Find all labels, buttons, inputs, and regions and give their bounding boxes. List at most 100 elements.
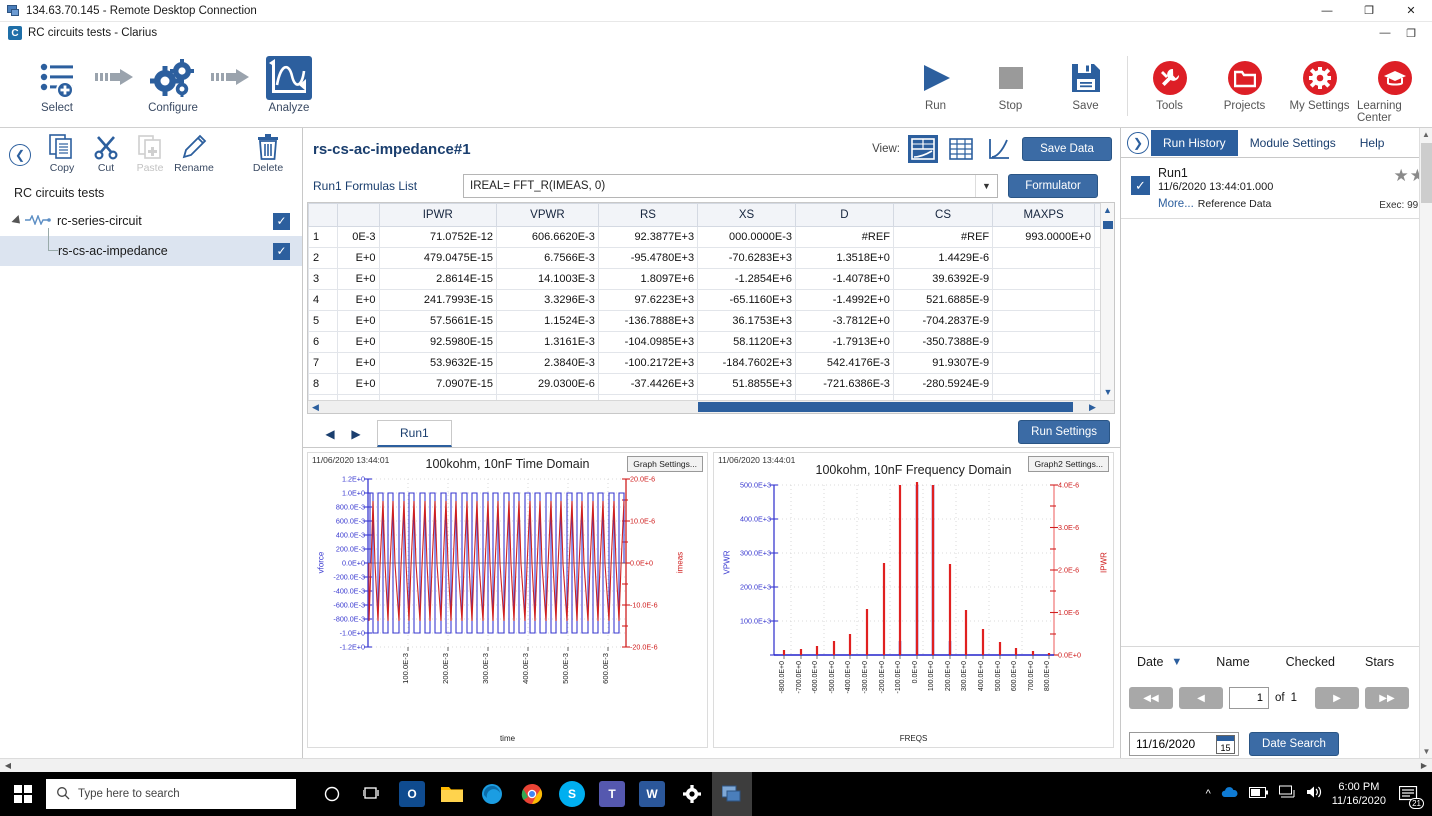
battery-icon[interactable]: [1249, 785, 1269, 803]
save-button[interactable]: Save: [1048, 47, 1123, 125]
history-scroll-down-icon[interactable]: ▼: [1420, 745, 1432, 758]
table-row[interactable]: 2E+0479.0475E-156.7566E-3-95.4780E+3-70.…: [309, 248, 1116, 269]
table-header-cell[interactable]: IPWR: [379, 204, 497, 227]
table-header-cell[interactable]: XS: [698, 204, 796, 227]
table-row[interactable]: 5E+057.5661E-151.1524E-3-136.7888E+336.1…: [309, 311, 1116, 332]
chrome-icon[interactable]: [512, 772, 552, 816]
cut-button[interactable]: Cut: [84, 132, 128, 174]
history-scroll-up-icon[interactable]: ▲: [1420, 128, 1432, 141]
table-row[interactable]: 6E+092.5980E-151.3161E-3-104.0985E+358.1…: [309, 332, 1116, 353]
explorer-back-button[interactable]: ❮: [0, 132, 40, 166]
network-icon[interactable]: [1279, 785, 1296, 804]
table-row[interactable]: 4E+0241.7993E-153.3296E-397.6223E+3-65.1…: [309, 290, 1116, 311]
calendar-icon[interactable]: 15: [1216, 735, 1235, 754]
scroll-left-icon[interactable]: ◀: [309, 401, 322, 413]
pager-next-button[interactable]: ▶: [1315, 687, 1359, 709]
table-header-cell[interactable]: VPWR: [497, 204, 599, 227]
rdp-minimize-button[interactable]: —: [1306, 0, 1348, 22]
my-settings-button[interactable]: My Settings: [1282, 47, 1357, 125]
table-vertical-scrollbar[interactable]: ▲ ▼: [1100, 203, 1114, 413]
pager-last-button[interactable]: ▶▶: [1365, 687, 1409, 709]
tree-item-checkbox[interactable]: ✓: [273, 243, 290, 260]
pager-prev-button[interactable]: ◀: [1179, 687, 1223, 709]
tree-item-rc-series-circuit[interactable]: rc-series-circuit ✓: [0, 206, 302, 236]
edge-icon[interactable]: [472, 772, 512, 816]
scroll-up-icon[interactable]: ▲: [1101, 203, 1114, 217]
expand-panel-button[interactable]: ❯: [1125, 132, 1151, 154]
teams-icon[interactable]: T: [592, 772, 632, 816]
start-button[interactable]: [0, 772, 46, 816]
table-row[interactable]: 3E+02.8614E-1514.1003E-31.8097E+6-1.2854…: [309, 269, 1116, 290]
horizontal-scroll-thumb[interactable]: [698, 402, 1073, 412]
ribbon-step-select[interactable]: Select: [22, 48, 92, 124]
window-scroll-left-icon[interactable]: ◀: [1, 759, 15, 772]
search-input[interactable]: Type here to search: [46, 779, 296, 809]
table-header-cell[interactable]: D: [796, 204, 894, 227]
table-header-cell[interactable]: [337, 204, 379, 227]
table-header-cell[interactable]: [309, 204, 338, 227]
table-horizontal-scrollbar[interactable]: ◀ ▶: [308, 400, 1114, 413]
copy-button[interactable]: Copy: [40, 132, 84, 174]
expand-triangle-icon[interactable]: [11, 215, 23, 227]
date-search-button[interactable]: Date Search: [1249, 732, 1339, 756]
graph-frequency-domain[interactable]: 11/06/2020 13:44:01 100kohm, 10nF Freque…: [713, 452, 1114, 748]
window-horizontal-scrollbar[interactable]: ◀ ▶: [0, 758, 1432, 772]
chevron-down-icon[interactable]: ▼: [975, 175, 997, 197]
history-more-link[interactable]: More...: [1158, 198, 1194, 210]
cortana-icon[interactable]: [312, 772, 352, 816]
graph-table-split-icon[interactable]: [908, 135, 938, 163]
word-icon[interactable]: W: [632, 772, 672, 816]
history-vertical-scrollbar[interactable]: ▲ ▼: [1419, 128, 1432, 758]
pager-page-input[interactable]: 1: [1229, 687, 1269, 709]
task-view-icon[interactable]: [352, 772, 392, 816]
next-run-button[interactable]: ▶: [343, 421, 369, 447]
table-header-cell[interactable]: CS: [893, 204, 992, 227]
sort-direction-icon[interactable]: ▼: [1171, 656, 1182, 668]
tree-item-rs-cs-ac-impedance[interactable]: rs-cs-ac-impedance ✓: [0, 236, 302, 266]
tab-help[interactable]: Help: [1348, 130, 1397, 156]
rdp-maximize-button[interactable]: ❐: [1348, 0, 1390, 22]
onedrive-icon[interactable]: [1221, 785, 1239, 803]
delete-button[interactable]: Delete: [246, 132, 290, 174]
taskbar-clock[interactable]: 6:00 PM 11/16/2020: [1332, 780, 1386, 808]
table-header-cell[interactable]: MAXPS: [993, 204, 1095, 227]
tab-module-settings[interactable]: Module Settings: [1238, 130, 1348, 156]
table-row[interactable]: 7E+053.9632E-152.3840E-3-100.2172E+3-184…: [309, 353, 1116, 374]
projects-button[interactable]: Projects: [1207, 47, 1282, 125]
prev-run-button[interactable]: ◀: [317, 421, 343, 447]
scroll-down-icon[interactable]: ▼: [1101, 385, 1115, 399]
tree-item-checkbox[interactable]: ✓: [273, 213, 290, 230]
clarius-restore-button[interactable]: ❐: [1398, 22, 1424, 44]
results-table-container[interactable]: IPWR VPWR RS XS D CS MAXPS CS_AT_FRQ RS_…: [307, 202, 1115, 414]
graph-settings-button[interactable]: Graph Settings...: [627, 456, 703, 472]
save-data-button[interactable]: Save Data: [1022, 137, 1112, 161]
tools-button[interactable]: Tools: [1132, 47, 1207, 125]
vertical-scroll-thumb[interactable]: [1103, 221, 1113, 229]
clarius-minimize-button[interactable]: —: [1372, 22, 1398, 44]
volume-icon[interactable]: [1306, 785, 1322, 804]
file-explorer-icon[interactable]: [432, 772, 472, 816]
tab-run1[interactable]: Run1: [377, 420, 452, 447]
sort-by-checked[interactable]: Checked: [1286, 655, 1335, 669]
history-scroll-thumb[interactable]: [1421, 143, 1432, 203]
ribbon-step-configure[interactable]: Configure: [138, 48, 208, 124]
table-row[interactable]: 10E-371.0752E-12606.6620E-392.3877E+3000…: [309, 227, 1116, 248]
stop-button[interactable]: Stop: [973, 47, 1048, 125]
graph-icon[interactable]: [984, 135, 1014, 163]
sort-by-date[interactable]: Date: [1137, 655, 1163, 669]
notifications-button[interactable]: 21: [1396, 781, 1422, 807]
chevron-up-icon[interactable]: ^: [1206, 788, 1211, 800]
history-entry-run1[interactable]: ✓ Run1 11/6/2020 13:44:01.000 More... Re…: [1121, 158, 1432, 219]
formula-select[interactable]: IREAL= FFT_R(IMEAS, 0) ▼: [463, 174, 998, 198]
learning-center-button[interactable]: Learning Center: [1357, 47, 1432, 125]
run-button[interactable]: Run: [898, 47, 973, 125]
skype-icon[interactable]: S: [552, 772, 592, 816]
scroll-right-icon[interactable]: ▶: [1086, 401, 1099, 413]
graph2-settings-button[interactable]: Graph2 Settings...: [1028, 456, 1109, 472]
sort-by-name[interactable]: Name: [1216, 655, 1249, 669]
run-settings-button[interactable]: Run Settings: [1018, 420, 1110, 444]
rdp-close-button[interactable]: ✕: [1390, 0, 1432, 22]
ribbon-step-analyze[interactable]: Analyze: [254, 48, 324, 124]
table-row[interactable]: 8E+07.0907E-1529.0300E-6-37.4426E+351.88…: [309, 374, 1116, 395]
rdp-taskbar-icon[interactable]: [712, 772, 752, 816]
